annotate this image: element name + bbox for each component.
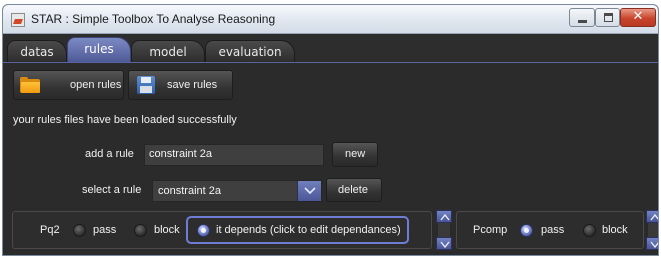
new-button-label: new xyxy=(345,148,366,160)
open-rules-button[interactable]: open rules xyxy=(13,70,124,100)
folder-icon xyxy=(20,77,40,93)
minimize-button[interactable] xyxy=(569,8,595,27)
delete-button-label: delete xyxy=(338,184,368,196)
new-rule-button[interactable]: new xyxy=(332,142,378,167)
rules-panel: open rules save rules your rules files h… xyxy=(3,62,658,255)
save-rules-label: save rules xyxy=(167,79,218,91)
rule-name-input[interactable]: constraint 2a xyxy=(144,144,324,166)
select-rule-label: select a rule xyxy=(82,184,142,196)
rule-panel-pq2: Pq2 pass block it depends (click to edit… xyxy=(12,211,432,249)
tab-divider xyxy=(3,62,658,63)
tab-datas[interactable]: datas xyxy=(7,40,67,62)
scroll-down-icon[interactable] xyxy=(646,237,658,250)
block-radio[interactable] xyxy=(134,224,147,237)
block-radio[interactable] xyxy=(583,224,596,237)
block-label[interactable]: block xyxy=(154,224,180,236)
floppy-disk-icon xyxy=(137,76,155,94)
pass-label[interactable]: pass xyxy=(541,224,564,236)
minimize-icon xyxy=(578,20,587,23)
add-rule-label: add a rule xyxy=(85,148,134,160)
maximize-button[interactable] xyxy=(595,8,620,27)
rule-name: Pcomp xyxy=(473,224,508,236)
delete-rule-button[interactable]: delete xyxy=(326,178,382,202)
app-window: STAR : Simple Toolbox To Analyse Reasoni… xyxy=(2,4,659,256)
status-message: your rules files have been loaded succes… xyxy=(13,114,237,126)
scroll-up-icon[interactable] xyxy=(646,210,658,223)
scroll-track[interactable] xyxy=(438,223,450,237)
title-bar[interactable]: STAR : Simple Toolbox To Analyse Reasoni… xyxy=(3,5,658,34)
rule-name: Pq2 xyxy=(40,224,60,236)
java-app-icon xyxy=(11,13,25,27)
pass-radio[interactable] xyxy=(520,224,533,237)
close-icon: ✕ xyxy=(632,9,644,24)
scroll-down-icon[interactable] xyxy=(436,237,452,250)
rule-scrollbar-left[interactable] xyxy=(436,210,452,250)
rule-select[interactable]: constraint 2a xyxy=(152,180,322,202)
depends-option-focus[interactable]: it depends (click to edit dependances) xyxy=(186,216,409,244)
depends-radio[interactable] xyxy=(197,224,210,237)
save-rules-button[interactable]: save rules xyxy=(128,70,233,100)
pass-radio[interactable] xyxy=(73,224,86,237)
tab-evaluation[interactable]: evaluation xyxy=(205,40,295,62)
maximize-icon xyxy=(604,13,613,22)
scroll-up-icon[interactable] xyxy=(436,210,452,223)
close-button[interactable]: ✕ xyxy=(620,8,656,27)
rule-select-value: constraint 2a xyxy=(158,185,221,197)
pass-label[interactable]: pass xyxy=(93,224,116,236)
tab-model[interactable]: model xyxy=(131,40,205,62)
rule-panel-pcomp: Pcomp pass block xyxy=(456,211,644,249)
block-label[interactable]: block xyxy=(602,224,628,236)
tab-rules[interactable]: rules xyxy=(67,37,131,62)
rule-scrollbar-right[interactable] xyxy=(646,210,658,250)
scroll-track[interactable] xyxy=(648,223,658,237)
depends-label[interactable]: it depends (click to edit dependances) xyxy=(216,224,401,236)
chevron-down-icon[interactable] xyxy=(297,181,321,201)
tab-strip: datas rules model evaluation xyxy=(3,34,658,62)
open-rules-label: open rules xyxy=(70,79,122,91)
window-title: STAR : Simple Toolbox To Analyse Reasoni… xyxy=(31,12,276,26)
